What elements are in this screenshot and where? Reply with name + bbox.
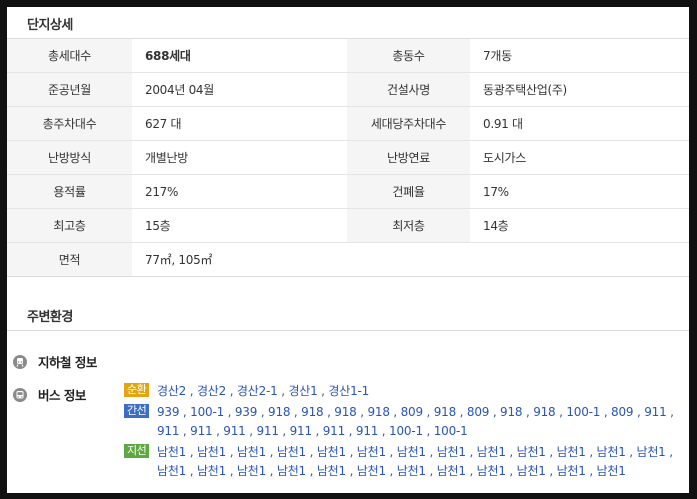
value-heating-type: 개별난방	[132, 140, 347, 175]
label-area: 면적	[7, 242, 132, 277]
bus-info-row: 버스 정보	[13, 385, 86, 404]
trunk-bus-badge: 간선	[124, 404, 150, 418]
table-row: 면적 77㎡, 105㎡	[7, 242, 689, 277]
trunk-bus-routes[interactable]: 939 , 100-1 , 939 , 918 , 918 , 918 , 91…	[157, 403, 684, 441]
label-completion-date: 준공년월	[7, 72, 132, 107]
label-total-parking: 총주차대수	[7, 106, 132, 141]
subway-info-label: 지하철 정보	[38, 355, 97, 370]
table-row: 최고층 15층 최저층 14층	[7, 208, 689, 243]
label-heating-type: 난방방식	[7, 140, 132, 175]
label-building-coverage: 건폐율	[347, 174, 470, 209]
table-row: 총주차대수 627 대 세대당주차대수 0.91 대	[7, 106, 689, 141]
label-max-floor: 최고층	[7, 208, 132, 243]
empty-cell	[470, 242, 689, 277]
branch-bus-badge: 지선	[124, 444, 150, 458]
label-floor-area-ratio: 용적률	[7, 174, 132, 209]
bus-group-branch: 지선 남천1 , 남천1 , 남천1 , 남천1 , 남천1 , 남천1 , 남…	[124, 443, 684, 481]
table-row: 총세대수 688세대 총동수 7개동	[7, 39, 689, 73]
branch-bus-routes[interactable]: 남천1 , 남천1 , 남천1 , 남천1 , 남천1 , 남천1 , 남천1 …	[157, 443, 684, 481]
value-total-parking: 627 대	[132, 106, 347, 141]
bus-info-label: 버스 정보	[38, 388, 86, 403]
value-builder: 동광주택산업(주)	[470, 72, 689, 107]
circular-bus-badge: 순환	[124, 383, 150, 397]
bus-icon	[13, 387, 27, 402]
empty-cell	[347, 242, 470, 277]
value-completion-date: 2004년 04월	[132, 72, 347, 107]
value-building-coverage: 17%	[470, 174, 689, 209]
complex-detail-title: 단지상세	[27, 18, 73, 33]
label-min-floor: 최저층	[347, 208, 470, 243]
apartment-detail-panel: 단지상세 총세대수 688세대 총동수 7개동 준공년월 2004년 04월 건…	[7, 7, 689, 493]
subway-info-row: 지하철 정보	[13, 352, 97, 371]
value-min-floor: 14층	[470, 208, 689, 243]
value-total-buildings: 7개동	[470, 39, 689, 73]
bus-group-circular: 순환 경산2 , 경산2 , 경산2-1 , 경산1 , 경산1-1	[124, 382, 684, 401]
value-floor-area-ratio: 217%	[132, 174, 347, 209]
value-parking-per-household: 0.91 대	[470, 106, 689, 141]
value-heating-fuel: 도시가스	[470, 140, 689, 175]
label-builder: 건설사명	[347, 72, 470, 107]
value-area: 77㎡, 105㎡	[132, 242, 347, 277]
circular-bus-routes[interactable]: 경산2 , 경산2 , 경산2-1 , 경산1 , 경산1-1	[157, 382, 684, 401]
label-parking-per-household: 세대당주차대수	[347, 106, 470, 141]
complex-info-table: 총세대수 688세대 총동수 7개동 준공년월 2004년 04월 건설사명 동…	[7, 39, 689, 277]
table-row: 용적률 217% 건폐율 17%	[7, 174, 689, 209]
value-total-households[interactable]: 688세대	[132, 39, 347, 73]
surroundings-divider	[7, 330, 689, 331]
table-row: 난방방식 개별난방 난방연료 도시가스	[7, 140, 689, 175]
bus-group-trunk: 간선 939 , 100-1 , 939 , 918 , 918 , 918 ,…	[124, 403, 684, 441]
surroundings-title: 주변환경	[27, 310, 73, 325]
table-row: 준공년월 2004년 04월 건설사명 동광주택산업(주)	[7, 72, 689, 107]
value-max-floor: 15층	[132, 208, 347, 243]
label-total-buildings: 총동수	[347, 39, 470, 73]
label-total-households: 총세대수	[7, 39, 132, 73]
label-heating-fuel: 난방연료	[347, 140, 470, 175]
subway-icon	[13, 354, 27, 369]
